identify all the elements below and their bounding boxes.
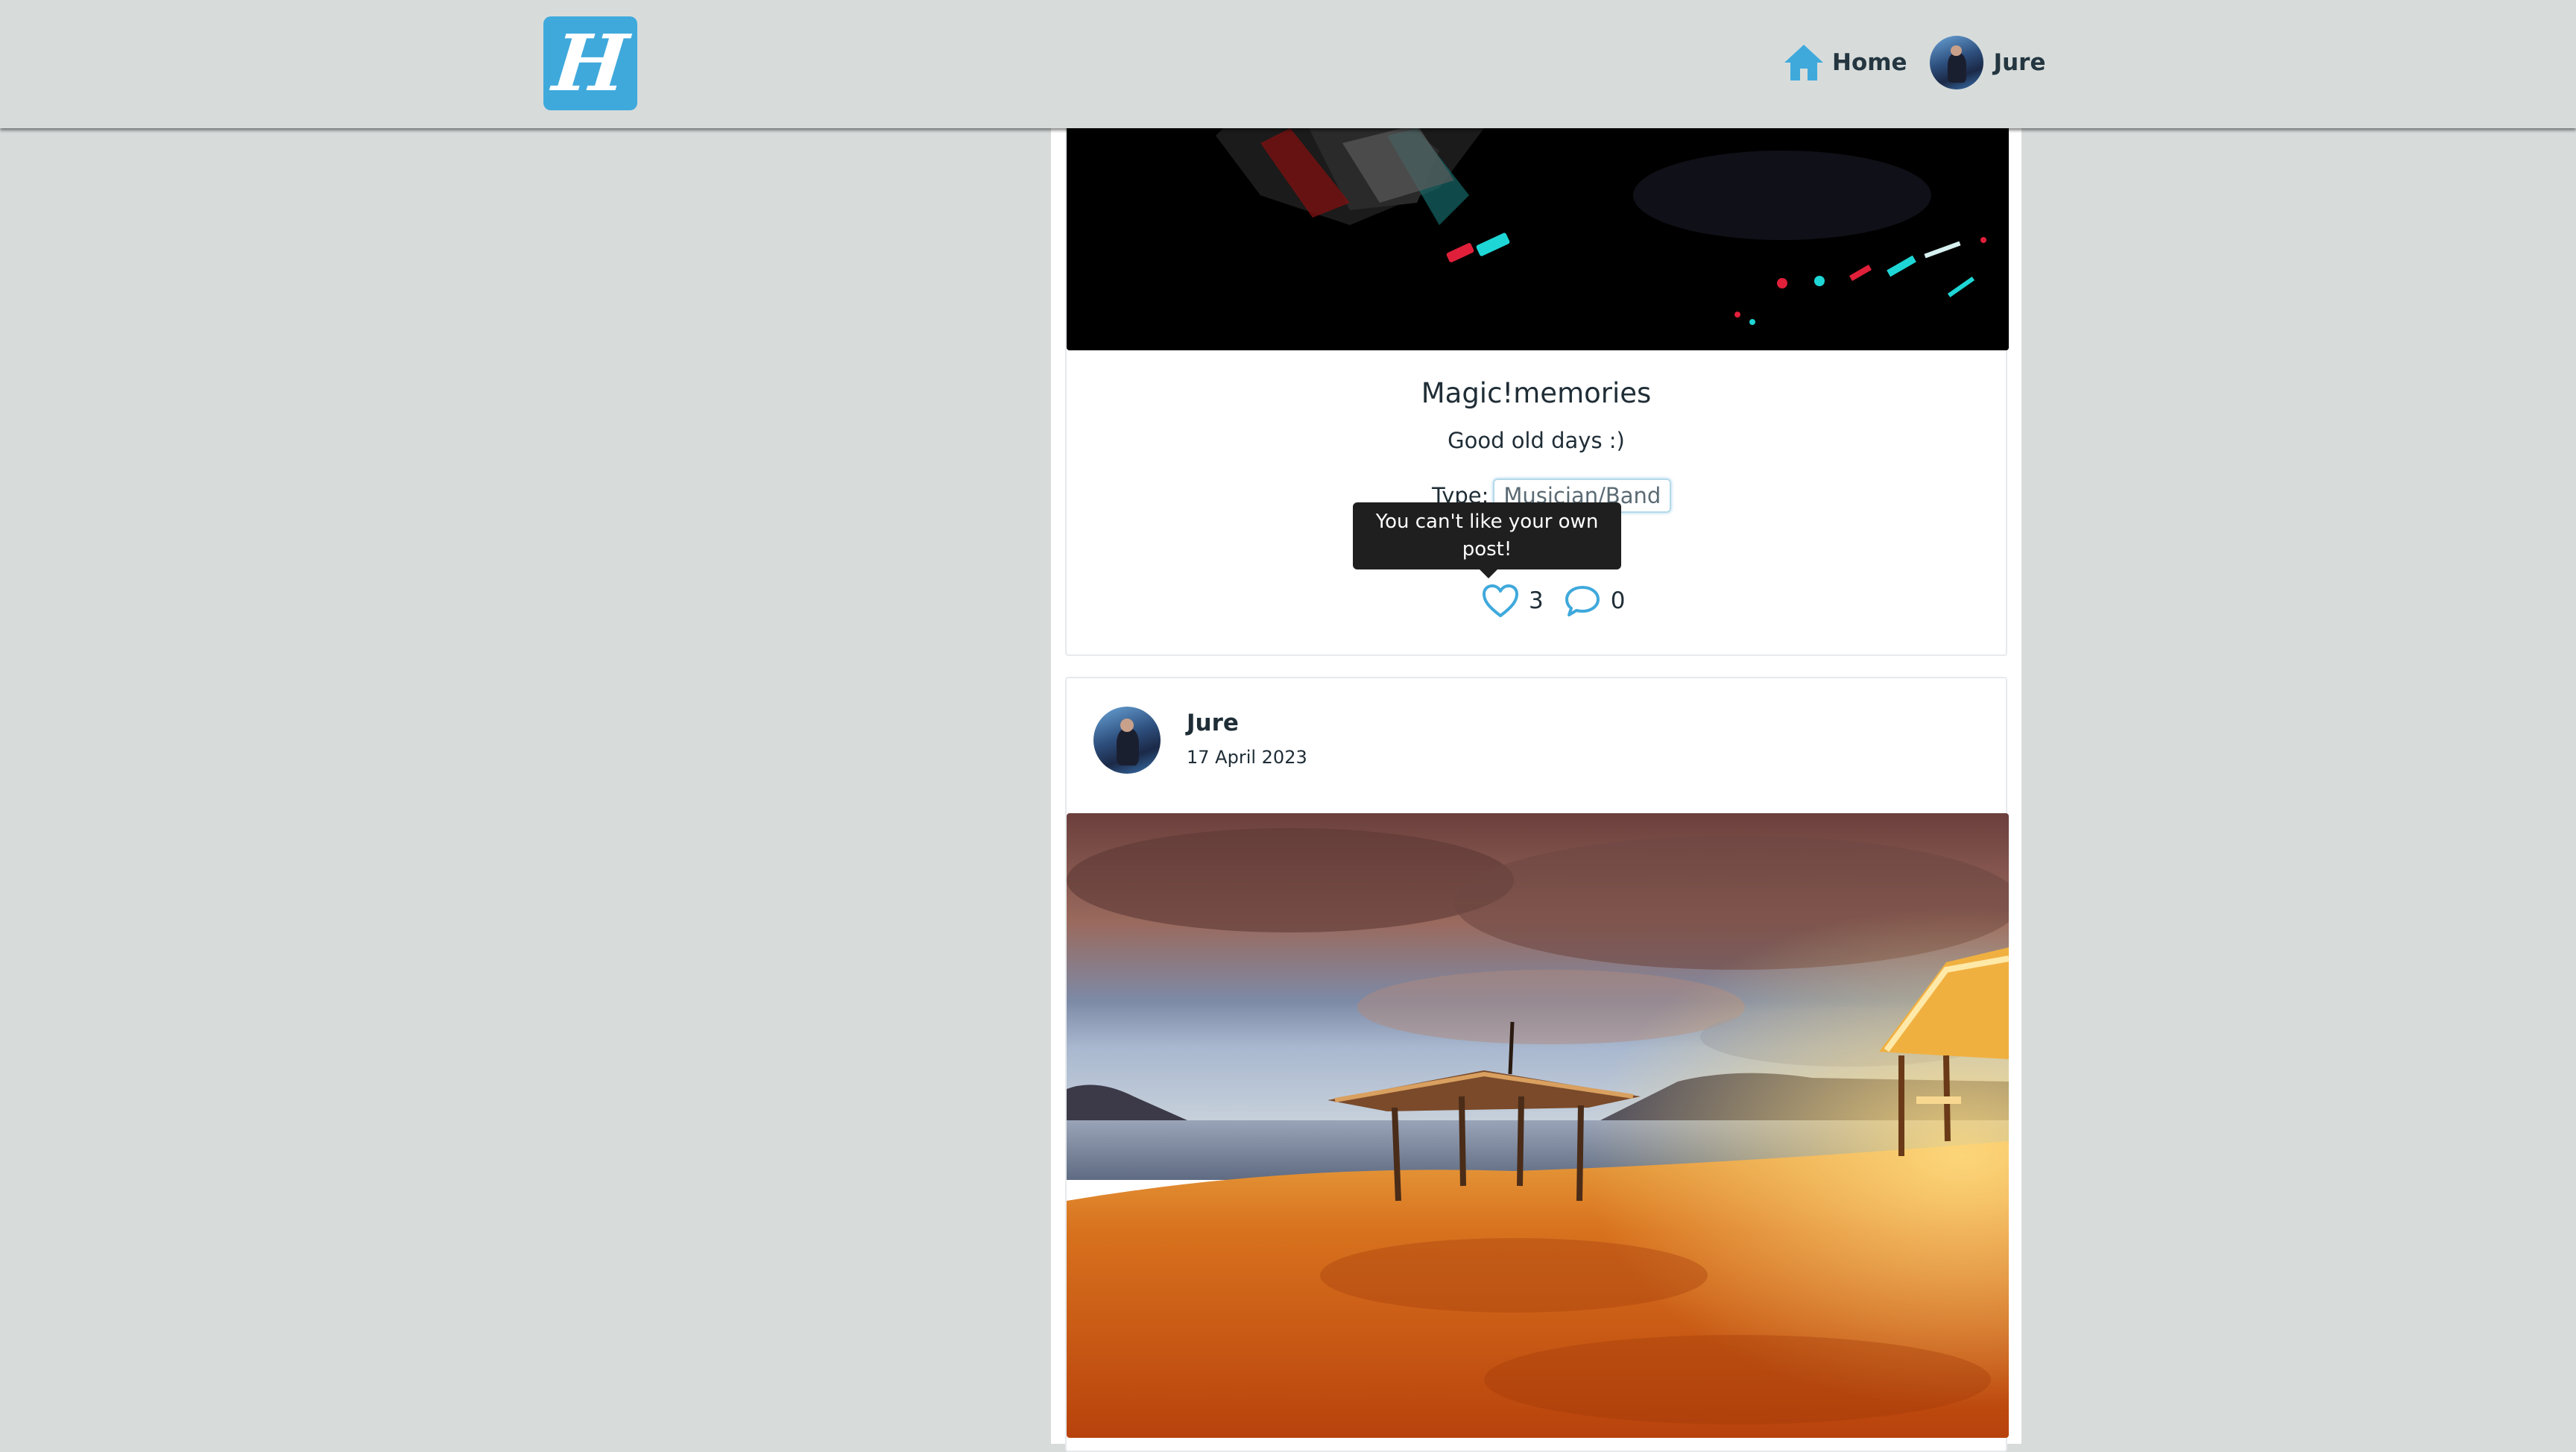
comment-count: 0 (1610, 587, 1626, 614)
profile-name: Jure (1993, 49, 2046, 76)
avatar[interactable] (1093, 707, 1161, 774)
nav-right: Home Jure (1781, 34, 2046, 91)
post-card: Jure 17 April 2023 (1065, 677, 2009, 1452)
post-actions: 3 0 (1481, 583, 1644, 619)
avatar (1929, 36, 1983, 89)
home-icon (1784, 45, 1823, 81)
navbar: H Home Jure (0, 0, 2576, 128)
comment-icon[interactable] (1563, 583, 1602, 619)
post-image (1067, 813, 2009, 1438)
logo-letter: H (549, 17, 632, 109)
post-description: Good old days :) (1448, 428, 1625, 453)
logo[interactable]: H (543, 16, 637, 110)
heart-icon[interactable] (1481, 583, 1520, 619)
like-tooltip: You can't like your own post! (1353, 502, 1621, 578)
post-date: 17 April 2023 (1187, 747, 1307, 768)
like-count: 3 (1529, 587, 1544, 614)
author-name[interactable]: Jure (1187, 710, 1239, 736)
home-label: Home (1832, 49, 1907, 76)
feed: Magic!memories Good old days :) Type: Mu… (1051, 0, 2021, 1452)
post-title: Magic!memories (1421, 377, 1652, 409)
post-image-graphic (1067, 813, 2009, 1438)
profile-link[interactable]: Jure (1907, 36, 2046, 89)
home-link[interactable]: Home (1781, 42, 1907, 83)
